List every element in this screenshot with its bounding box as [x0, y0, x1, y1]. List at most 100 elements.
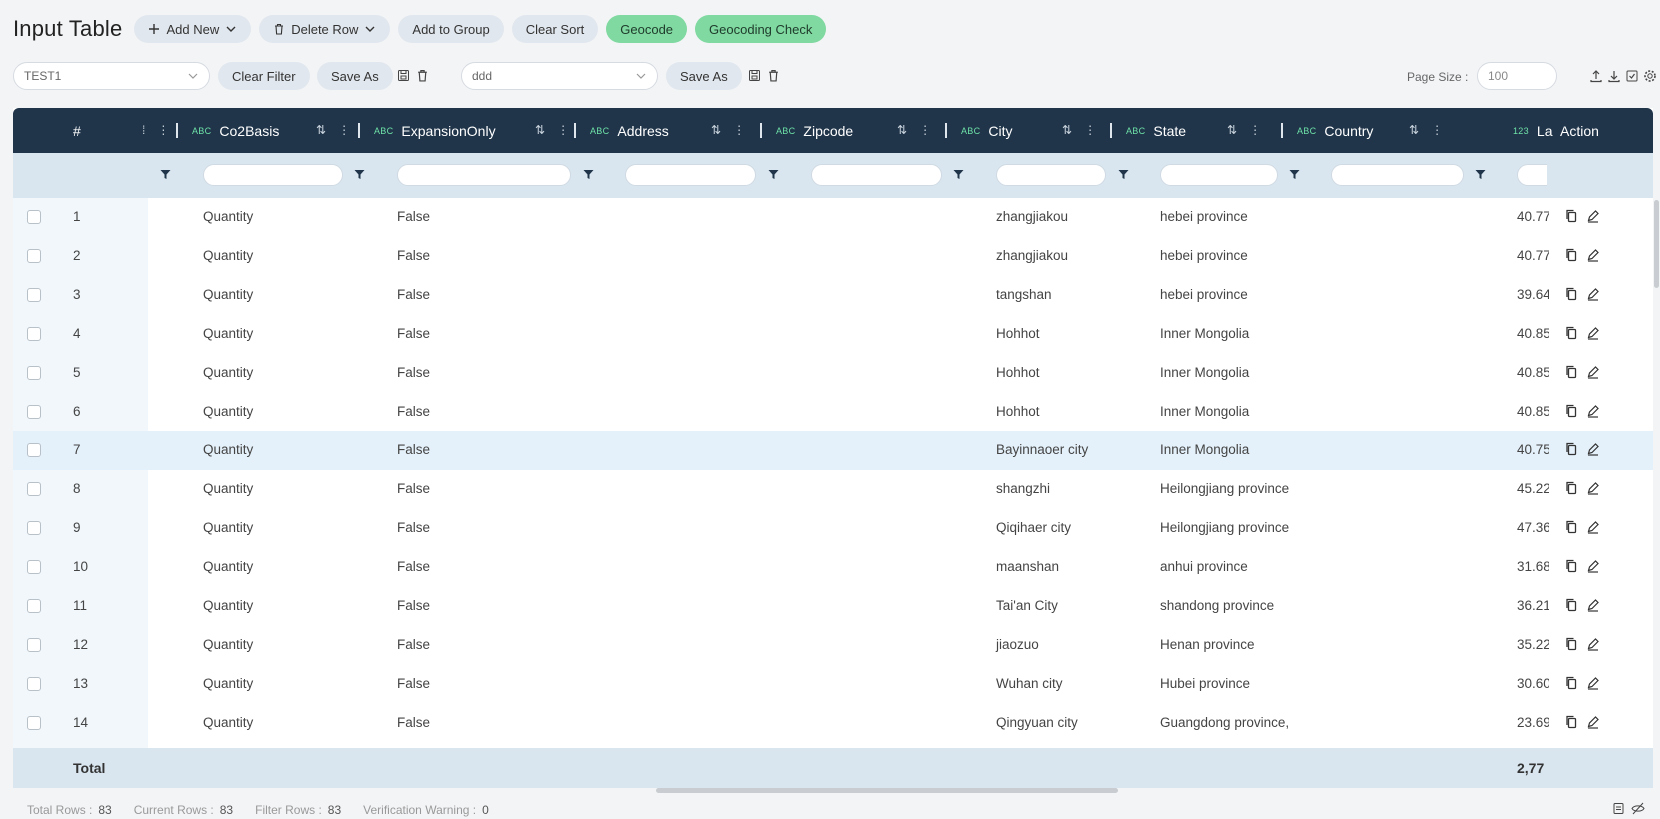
trash-icon[interactable] — [767, 69, 780, 85]
copy-icon[interactable] — [1565, 676, 1578, 693]
filter-select[interactable]: TEST1 — [13, 62, 210, 90]
row-checkbox[interactable] — [27, 404, 41, 419]
table-row[interactable]: 14 Quantity False Qingyuan city Guangdong pr… — [13, 704, 1653, 743]
edit-icon[interactable] — [1586, 326, 1600, 343]
edit-icon[interactable] — [1586, 559, 1600, 576]
copy-icon[interactable] — [1565, 715, 1578, 732]
hide-icon[interactable] — [1631, 802, 1645, 818]
row-checkbox[interactable] — [27, 443, 41, 458]
table-row[interactable]: 2 Quantity False zhangjiakou hebei province 4… — [13, 237, 1653, 276]
download-icon[interactable] — [1607, 69, 1621, 86]
geocode-button[interactable]: Geocode — [606, 15, 688, 43]
gear-icon[interactable] — [1643, 69, 1657, 86]
delete-row-button[interactable]: Delete Row — [259, 15, 391, 43]
table-row[interactable]: 6 Quantity False Hohhot Inner Mongolia 40.85 — [13, 393, 1653, 432]
filter-icon[interactable] — [768, 168, 779, 183]
copy-icon[interactable] — [1565, 248, 1578, 265]
row-checkbox[interactable] — [27, 365, 41, 380]
column-header-index[interactable]: # — [73, 108, 81, 153]
row-checkbox[interactable] — [27, 287, 41, 302]
column-tools[interactable]: ⇅ ⋮ — [535, 123, 569, 137]
save-icon[interactable] — [397, 69, 410, 85]
edit-icon[interactable] — [1586, 404, 1600, 421]
document-icon[interactable] — [1612, 802, 1625, 818]
table-row[interactable]: 8 Quantity False shangzhi Heilongjiang provi… — [13, 470, 1653, 509]
save-as-view-button[interactable]: Save As — [666, 62, 742, 90]
edit-icon[interactable] — [1586, 598, 1600, 615]
edit-icon[interactable] — [1586, 481, 1600, 498]
table-row[interactable]: 13 Quantity False Wuhan city Hubei province 3… — [13, 665, 1653, 704]
table-row[interactable]: 10 Quantity False maanshan anhui province 31.… — [13, 548, 1653, 587]
co2basis-filter-input[interactable] — [203, 164, 343, 186]
table-row[interactable]: 7 Quantity False Bayinnaoer city Inner Mongo… — [13, 431, 1653, 471]
copy-icon[interactable] — [1565, 365, 1578, 382]
copy-icon[interactable] — [1565, 559, 1578, 576]
filter-icon[interactable] — [1475, 168, 1486, 183]
row-checkbox[interactable] — [27, 715, 41, 730]
column-divider[interactable] — [176, 123, 178, 138]
column-tools[interactable]: ⇅ ⋮ — [1062, 123, 1096, 137]
edit-icon[interactable] — [1586, 209, 1600, 226]
clear-sort-button[interactable]: Clear Sort — [511, 15, 599, 43]
column-tools[interactable]: ⇅ ⋮ — [1227, 123, 1261, 137]
geocoding-check-button[interactable]: Geocoding Check — [695, 15, 827, 43]
column-header-latitude[interactable]: 123 La — [1499, 108, 1559, 153]
column-header-zipcode[interactable]: ABC Zipcode ⇅ ⋮ — [760, 108, 947, 153]
table-row[interactable]: 4 Quantity False Hohhot Inner Mongolia 40.85 — [13, 315, 1653, 354]
horizontal-scrollbar[interactable] — [656, 788, 1118, 793]
filter-icon[interactable] — [160, 168, 171, 183]
column-header-country[interactable]: ABC Country ⇅ ⋮ — [1281, 108, 1513, 153]
view-select[interactable]: ddd — [461, 62, 658, 90]
column-tools[interactable]: ⇅ ⋮ — [1409, 123, 1443, 137]
state-filter-input[interactable] — [1160, 164, 1278, 186]
column-header-address[interactable]: ABC Address ⇅ ⋮ — [574, 108, 761, 153]
trash-icon[interactable] — [416, 69, 429, 85]
row-checkbox[interactable] — [27, 599, 41, 613]
save-icon[interactable] — [748, 69, 761, 85]
edit-icon[interactable] — [1586, 715, 1600, 732]
column-divider[interactable] — [1110, 123, 1112, 138]
copy-icon[interactable] — [1565, 442, 1578, 459]
edit-icon[interactable] — [1586, 520, 1600, 537]
edit-icon[interactable] — [1586, 248, 1600, 265]
table-row[interactable]: 12 Quantity False jiaozuo Henan province 35.2… — [13, 626, 1653, 665]
column-header-state[interactable]: ABC State ⇅ ⋮ — [1110, 108, 1282, 153]
latitude-filter-input[interactable] — [1517, 164, 1547, 186]
column-header-co2basis[interactable]: ABC Co2Basis ⇅ ⋮ — [176, 108, 358, 153]
copy-icon[interactable] — [1565, 598, 1578, 615]
address-filter-input[interactable] — [625, 164, 756, 186]
row-checkbox[interactable] — [27, 637, 41, 652]
filter-icon[interactable] — [1118, 168, 1129, 183]
row-checkbox[interactable] — [27, 326, 41, 341]
add-to-group-button[interactable]: Add to Group — [398, 15, 504, 43]
table-row[interactable]: 3 Quantity False tangshan hebei province 39.6… — [13, 276, 1653, 315]
column-divider[interactable] — [358, 123, 360, 138]
save-as-filter-button[interactable]: Save As — [317, 62, 393, 90]
filter-icon[interactable] — [953, 168, 964, 183]
row-checkbox[interactable] — [27, 521, 41, 536]
copy-icon[interactable] — [1565, 326, 1578, 343]
edit-icon[interactable] — [1586, 637, 1600, 654]
copy-icon[interactable] — [1565, 520, 1578, 537]
clear-filter-button[interactable]: Clear Filter — [218, 62, 310, 90]
vertical-scrollbar[interactable] — [1654, 200, 1659, 288]
country-filter-input[interactable] — [1331, 164, 1464, 186]
edit-icon[interactable] — [1586, 365, 1600, 382]
edit-icon[interactable] — [1586, 442, 1600, 459]
zipcode-filter-input[interactable] — [811, 164, 942, 186]
upload-icon[interactable] — [1589, 69, 1603, 86]
column-divider[interactable] — [574, 123, 576, 138]
column-tools[interactable]: ⇅ ⋮ — [711, 123, 745, 137]
table-row[interactable]: 9 Quantity False Qiqihaer city Heilongjiang … — [13, 509, 1653, 548]
row-checkbox[interactable] — [27, 210, 41, 224]
copy-icon[interactable] — [1565, 209, 1578, 226]
add-new-button[interactable]: Add New — [134, 15, 252, 43]
row-checkbox[interactable] — [27, 248, 41, 263]
column-divider[interactable] — [760, 123, 762, 138]
filter-icon[interactable] — [1289, 168, 1300, 183]
row-checkbox[interactable] — [27, 482, 41, 497]
filter-icon[interactable] — [583, 168, 594, 183]
edit-icon[interactable] — [1586, 287, 1600, 304]
copy-icon[interactable] — [1565, 481, 1578, 498]
edit-icon[interactable] — [1586, 676, 1600, 693]
